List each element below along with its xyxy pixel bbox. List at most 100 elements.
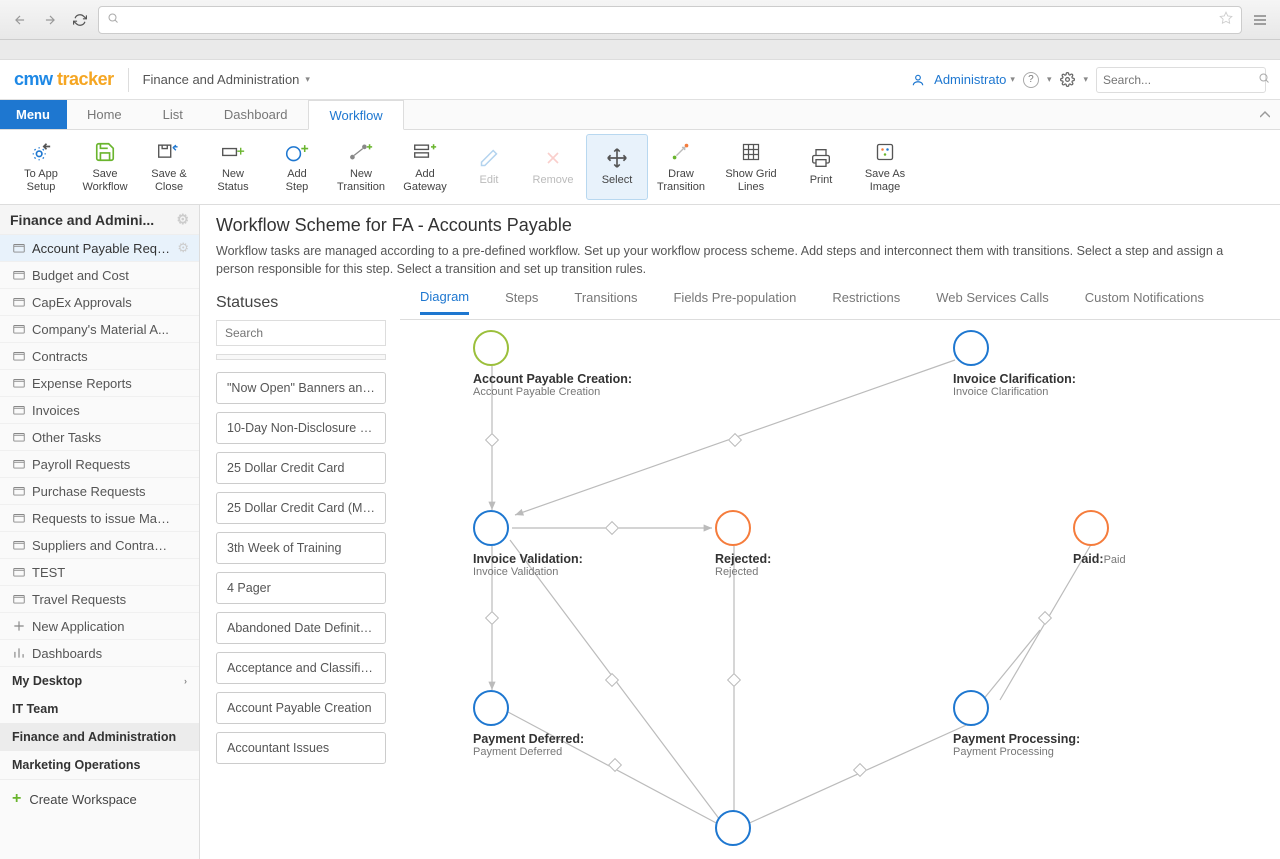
gear-back-icon <box>30 140 52 164</box>
global-search[interactable] <box>1096 67 1266 93</box>
sidebar-item[interactable]: Payroll Requests⚙ <box>0 451 199 478</box>
status-chip[interactable]: 10-Day Non-Disclosure Init... <box>216 412 386 444</box>
sidebar-header[interactable]: Finance and Admini... ⚙ <box>0 205 199 235</box>
show-grid-button[interactable]: Show Grid Lines <box>714 134 788 200</box>
gear-icon[interactable]: ⚙ <box>176 211 189 228</box>
node-account-payable-creation[interactable]: Account Payable Creation: Account Payabl… <box>473 330 632 398</box>
node-invoice-validation[interactable]: Invoice Validation: Invoice Validation <box>473 510 583 578</box>
sidebar-item[interactable]: CapEx Approvals⚙ <box>0 289 199 316</box>
sidebar-item[interactable]: Company's Material A...⚙ <box>0 316 199 343</box>
node-circle <box>953 330 989 366</box>
sidebar-item-label: Dashboards <box>32 646 171 661</box>
search-icon[interactable] <box>1258 72 1270 87</box>
status-chip[interactable]: Acceptance and Classificati... <box>216 652 386 684</box>
sidebar-item-label: Payroll Requests <box>32 457 171 472</box>
node-label: Rejected: <box>715 552 771 566</box>
sidebar-item[interactable]: Account Payable Requ...⚙ <box>0 235 199 262</box>
nav-home[interactable]: Home <box>67 100 143 129</box>
workflow-canvas[interactable]: Account Payable Creation: Account Payabl… <box>400 320 1280 859</box>
folder-icon <box>12 619 26 633</box>
sidebar-item[interactable]: Purchase Requests⚙ <box>0 478 199 505</box>
nav-reload-icon[interactable] <box>68 8 92 32</box>
status-chip[interactable]: 4 Pager <box>216 572 386 604</box>
save-workflow-button[interactable]: Save Workflow <box>74 134 136 200</box>
sidebar-item[interactable]: Travel Requests⚙ <box>0 586 199 613</box>
node-invoice-clarification[interactable]: Invoice Clarification: Invoice Clarifica… <box>953 330 1076 398</box>
help-icon[interactable]: ? <box>1023 72 1039 88</box>
sidebar-item[interactable]: Expense Reports⚙ <box>0 370 199 397</box>
nav-forward-icon[interactable] <box>38 8 62 32</box>
user-icon <box>910 72 926 88</box>
add-gateway-button[interactable]: Add Gateway <box>394 134 456 200</box>
node-bottom[interactable] <box>715 810 751 846</box>
status-chip[interactable]: 25 Dollar Credit Card <box>216 452 386 484</box>
sidebar-section-my-desktop[interactable]: My Desktop› <box>0 667 199 695</box>
tab-restrictions[interactable]: Restrictions <box>832 290 900 313</box>
status-chip[interactable]: 3th Week of Training <box>216 532 386 564</box>
statuses-search-input[interactable] <box>216 320 386 346</box>
nav-workflow[interactable]: Workflow <box>308 100 403 130</box>
sidebar-item[interactable]: Dashboards⚙ <box>0 640 199 667</box>
save-as-image-button[interactable]: Save As Image <box>854 134 916 200</box>
sidebar-item[interactable]: Invoices⚙ <box>0 397 199 424</box>
user-menu[interactable]: Administrato▾ <box>934 72 1015 87</box>
sidebar-header-label: Finance and Admini... <box>10 212 154 228</box>
status-chip[interactable]: Account Payable Creation <box>216 692 386 724</box>
sidebar-section-marketing[interactable]: Marketing Operations <box>0 751 199 779</box>
nav-back-icon[interactable] <box>8 8 32 32</box>
sidebar-section-it-team[interactable]: IT Team <box>0 695 199 723</box>
save-close-button[interactable]: Save & Close <box>138 134 200 200</box>
url-bar[interactable] <box>98 6 1242 34</box>
folder-icon <box>12 484 26 498</box>
statuses-scrollbar[interactable] <box>216 354 386 360</box>
status-chip[interactable]: "Now Open" Banners and/... <box>216 372 386 404</box>
nav-menu[interactable]: Menu <box>0 100 67 129</box>
toolbar: To App Setup Save Workflow Save & Close … <box>0 130 1280 205</box>
select-tool-button[interactable]: Select <box>586 134 648 200</box>
node-payment-deferred[interactable]: Payment Deferred: Payment Deferred <box>473 690 584 758</box>
nav-dashboard[interactable]: Dashboard <box>204 100 309 129</box>
tab-notifications[interactable]: Custom Notifications <box>1085 290 1204 313</box>
app-selector[interactable]: Finance and Administration ▾ <box>128 68 310 92</box>
sidebar-item[interactable]: Other Tasks⚙ <box>0 424 199 451</box>
sidebar-item[interactable]: New Application⚙ <box>0 613 199 640</box>
settings-gear-icon[interactable] <box>1059 72 1075 88</box>
sidebar-item[interactable]: Budget and Cost⚙ <box>0 262 199 289</box>
new-status-button[interactable]: New Status <box>202 134 264 200</box>
help-dropdown-icon[interactable]: ▾ <box>1047 74 1052 85</box>
draw-transition-button[interactable]: Draw Transition <box>650 134 712 200</box>
app-header: cmw tracker Finance and Administration ▾… <box>0 60 1280 100</box>
nav-collapse-icon[interactable] <box>1250 100 1280 129</box>
node-paid[interactable]: Paid:Paid <box>1073 510 1126 566</box>
bookmark-star-icon[interactable] <box>1219 11 1233 28</box>
settings-dropdown-icon[interactable]: ▾ <box>1083 74 1088 85</box>
node-rejected[interactable]: Rejected: Rejected <box>715 510 771 578</box>
to-app-setup-button[interactable]: To App Setup <box>10 134 72 200</box>
status-chip[interactable]: 25 Dollar Credit Card (Moc... <box>216 492 386 524</box>
node-circle <box>953 690 989 726</box>
sidebar-item[interactable]: Suppliers and Contrac...⚙ <box>0 532 199 559</box>
status-chip[interactable]: Accountant Issues <box>216 732 386 764</box>
create-workspace-button[interactable]: + Create Workspace <box>0 779 199 818</box>
node-label: Payment Deferred: <box>473 732 584 746</box>
tab-diagram[interactable]: Diagram <box>420 289 469 315</box>
print-button[interactable]: Print <box>790 134 852 200</box>
add-step-button[interactable]: Add Step <box>266 134 328 200</box>
browser-menu-icon[interactable] <box>1248 12 1272 28</box>
tab-webservices[interactable]: Web Services Calls <box>936 290 1048 313</box>
status-chip[interactable]: Abandoned Date Definition <box>216 612 386 644</box>
gear-icon[interactable]: ⚙ <box>177 240 189 256</box>
sidebar-item[interactable]: TEST⚙ <box>0 559 199 586</box>
tab-fields[interactable]: Fields Pre-population <box>673 290 796 313</box>
node-payment-processing[interactable]: Payment Processing: Payment Processing <box>953 690 1080 758</box>
tab-steps[interactable]: Steps <box>505 290 538 313</box>
sidebar-item[interactable]: Contracts⚙ <box>0 343 199 370</box>
sidebar-item[interactable]: Requests to issue Mat...⚙ <box>0 505 199 532</box>
sidebar-section-finance[interactable]: Finance and Administration <box>0 723 199 751</box>
nav-list[interactable]: List <box>143 100 204 129</box>
sidebar-item-label: Invoices <box>32 403 171 418</box>
folder-icon <box>12 295 26 309</box>
tab-transitions[interactable]: Transitions <box>574 290 637 313</box>
global-search-input[interactable] <box>1103 73 1258 87</box>
new-transition-button[interactable]: New Transition <box>330 134 392 200</box>
